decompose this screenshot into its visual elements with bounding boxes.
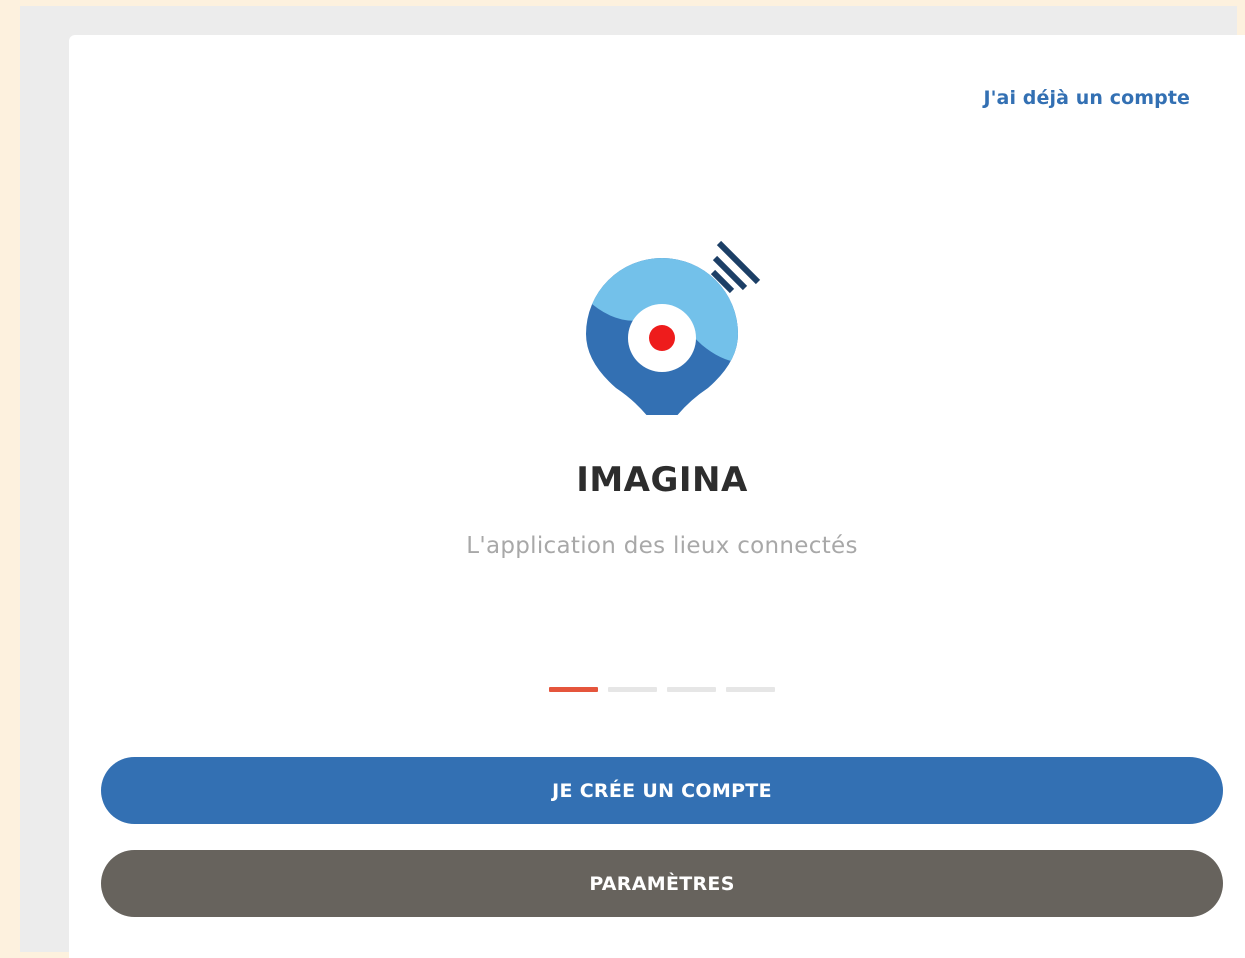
onboarding-pager	[549, 687, 775, 692]
create-account-button[interactable]: JE CRÉE UN COMPTE	[101, 757, 1223, 824]
app-frame: J'ai déjà un compte IMAGINA L'applicatio…	[20, 6, 1245, 958]
login-link[interactable]: J'ai déjà un compte	[983, 87, 1190, 109]
app-name: IMAGINA	[576, 460, 748, 500]
pager-indicator-1[interactable]	[549, 687, 598, 692]
welcome-card: J'ai déjà un compte IMAGINA L'applicatio…	[69, 35, 1245, 958]
pager-indicator-4[interactable]	[726, 687, 775, 692]
app-tagline: L'application des lieux connectés	[466, 533, 858, 559]
settings-button[interactable]: PARAMÈTRES	[101, 850, 1223, 917]
pager-indicator-2[interactable]	[608, 687, 657, 692]
pager-indicator-3[interactable]	[667, 687, 716, 692]
location-pin-logo-icon	[586, 240, 761, 415]
